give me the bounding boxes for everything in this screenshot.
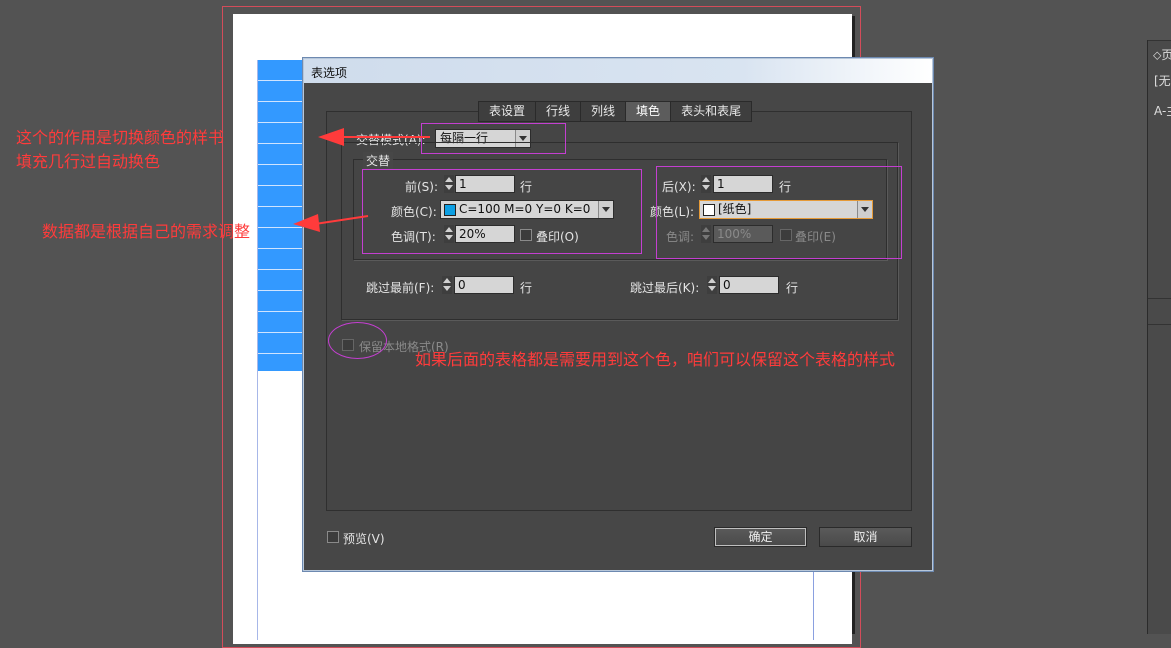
skip-first-stepper[interactable] <box>442 276 452 294</box>
table-row-line <box>258 353 303 354</box>
tab-column-strokes[interactable]: 列线 <box>581 101 627 122</box>
preview-label: 预览(V) <box>343 532 385 546</box>
table-row-line <box>258 101 303 102</box>
pages-panel-master[interactable]: A-主 <box>1154 102 1171 119</box>
table-row-line <box>258 290 303 291</box>
dialog-tabs: 表设置 行线 列线 填色 表头和表尾 <box>478 101 753 122</box>
table-row-line <box>258 122 303 123</box>
annotation-arrow-icon <box>318 128 430 146</box>
annotation-preserve-style: 如果后面的表格都是需要用到这个色，咱们可以保留这个表格的样式 <box>415 350 896 369</box>
annotation-pattern-line1: 这个的作用是切换颜色的样书 <box>16 128 225 147</box>
skip-last-label: 跳过最后(K): <box>630 281 700 295</box>
panel-separator <box>1148 298 1171 299</box>
table-row-line <box>258 206 303 207</box>
table-row-line <box>258 248 303 249</box>
tab-table-setup[interactable]: 表设置 <box>478 101 537 122</box>
highlight-box-first <box>362 169 642 254</box>
skip-first-input[interactable]: 0 <box>454 276 514 294</box>
table-row-line <box>258 332 303 333</box>
highlight-box-pattern <box>421 123 566 154</box>
table-row-line <box>258 185 303 186</box>
table-row-line <box>258 311 303 312</box>
tab-row-strokes[interactable]: 行线 <box>536 101 582 122</box>
dialog-titlebar[interactable]: 表选项 <box>304 59 932 83</box>
arrow-down-icon[interactable] <box>708 286 716 291</box>
panel-separator <box>1148 324 1171 325</box>
preview-checkbox[interactable] <box>327 531 339 543</box>
highlight-box-next <box>656 166 902 259</box>
skip-first-label: 跳过最前(F): <box>366 281 435 295</box>
highlight-circle-preserve <box>328 322 387 359</box>
dialog-title: 表选项 <box>311 66 348 80</box>
skip-last-unit: 行 <box>786 281 799 295</box>
alternating-group-title: 交替 <box>363 152 394 169</box>
cancel-button[interactable]: 取消 <box>819 527 912 547</box>
skip-last-input[interactable]: 0 <box>719 276 779 294</box>
arrow-up-icon[interactable] <box>708 278 716 283</box>
arrow-down-icon[interactable] <box>443 286 451 291</box>
panel-separator <box>1148 40 1171 41</box>
pages-panel-tab[interactable]: ⬦页 <box>1153 46 1171 63</box>
table-row-line <box>258 164 303 165</box>
table-row-line <box>258 269 303 270</box>
pages-panel-none[interactable]: [无 <box>1154 72 1171 89</box>
skip-first-unit: 行 <box>520 281 533 295</box>
table-row-line <box>258 80 303 81</box>
arrow-up-icon[interactable] <box>443 278 451 283</box>
annotation-pattern-line2: 填充几行过自动换色 <box>16 152 161 171</box>
skip-last-stepper[interactable] <box>707 276 717 294</box>
tab-headers-footers[interactable]: 表头和表尾 <box>671 101 753 122</box>
annotation-data-adjust: 数据都是根据自己的需求调整 <box>42 222 251 241</box>
tab-fills[interactable]: 填色 <box>626 101 672 122</box>
ok-button[interactable]: 确定 <box>714 527 807 547</box>
pages-panel[interactable]: ⬦页 [无 A-主 <box>1147 40 1171 634</box>
annotation-arrow-icon <box>293 214 369 232</box>
table-row-line <box>258 143 303 144</box>
